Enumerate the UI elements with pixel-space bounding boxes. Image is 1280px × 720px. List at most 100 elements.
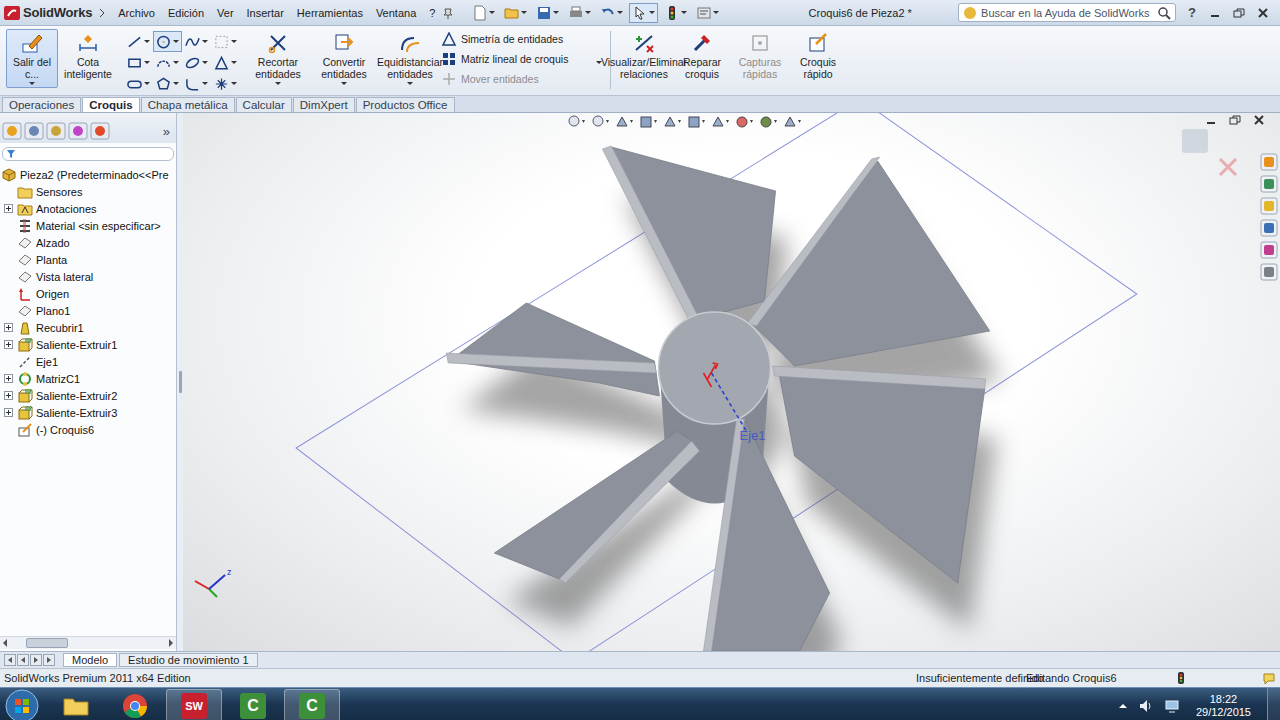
menu-item[interactable]: Herramientas [297, 7, 363, 19]
tooltip-icon[interactable] [1262, 671, 1276, 685]
select-icon[interactable] [629, 3, 658, 23]
tree-item[interactable]: Vista lateral [0, 268, 176, 285]
rectangle-tool[interactable] [124, 52, 153, 73]
dropdown-arrow-icon[interactable] [29, 82, 35, 85]
restore-icon[interactable] [1228, 113, 1242, 127]
panel-tab-icon[interactable] [46, 122, 66, 140]
snaps-button[interactable]: Capturas rápidas [733, 29, 787, 83]
open-icon[interactable] [501, 3, 530, 23]
taskbar-app[interactable] [107, 689, 163, 720]
dropdown-arrow-icon[interactable] [144, 40, 150, 43]
text-tool[interactable] [211, 52, 240, 73]
dropdown-arrow-icon[interactable] [275, 82, 281, 85]
dropdown-arrow-icon[interactable] [231, 40, 237, 43]
repair-button[interactable]: Reparar croquis [675, 29, 729, 83]
expand-icon[interactable] [4, 391, 13, 400]
exit-sketch-button[interactable]: Salir del c... [6, 29, 58, 88]
task-pane-icon[interactable] [1260, 197, 1278, 215]
taskbar-app[interactable]: SW [166, 689, 222, 720]
circle-tool[interactable] [153, 31, 182, 52]
show-desktop-button[interactable] [1267, 688, 1280, 720]
tree-item[interactable]: Anotaciones [0, 200, 176, 217]
restore-icon[interactable] [1232, 6, 1246, 20]
taskbar-app[interactable] [48, 689, 104, 720]
volume-icon[interactable] [1138, 698, 1154, 714]
dropdown-arrow-icon[interactable] [617, 11, 623, 14]
menu-expand-icon[interactable] [98, 8, 106, 18]
dropdown-arrow-icon[interactable] [341, 82, 347, 85]
fan-blade[interactable] [748, 157, 990, 366]
menu-item[interactable]: Ver [217, 7, 234, 19]
panel-tab-icon[interactable] [90, 122, 110, 140]
search-icon[interactable] [1157, 6, 1171, 20]
dropdown-arrow-icon[interactable] [202, 61, 208, 64]
task-pane-icon[interactable] [1260, 175, 1278, 193]
dropdown-arrow-icon[interactable] [489, 11, 495, 14]
ellipse-tool[interactable] [182, 52, 211, 73]
tree-item[interactable]: (-) Croquis6 [0, 421, 176, 438]
help-button[interactable]: ? [1182, 5, 1202, 20]
tree-item[interactable]: Sensores [0, 183, 176, 200]
pattern-button[interactable]: Matriz lineal de croquis [442, 52, 592, 66]
fan-model[interactable]: Eje1z [183, 113, 1280, 651]
clock[interactable]: 18:2229/12/2015 [1190, 693, 1257, 719]
command-tab[interactable]: Operaciones [2, 97, 81, 112]
menu-item[interactable]: Ventana [376, 7, 416, 19]
tree-item[interactable]: Alzado [0, 234, 176, 251]
rebuild-status-icon[interactable] [1176, 671, 1186, 685]
smart-dimension-button[interactable]: Cota inteligente [62, 29, 114, 83]
section-view-icon[interactable] [639, 114, 661, 130]
view-settings-icon[interactable] [783, 114, 805, 130]
fan-blade[interactable] [494, 431, 699, 583]
model-tab[interactable]: Modelo [63, 653, 117, 667]
dropdown-arrow-icon[interactable] [649, 11, 655, 14]
dropdown-arrow-icon[interactable] [173, 40, 179, 43]
command-tab[interactable]: Chapa metálica [141, 97, 235, 112]
menu-item[interactable]: Archivo [118, 7, 155, 19]
panel-tab-icon[interactable] [68, 122, 88, 140]
fan-blade[interactable] [602, 146, 775, 321]
tree-item[interactable]: Saliente-Extruir3 [0, 404, 176, 421]
save-icon[interactable] [533, 3, 562, 23]
display-style-icon[interactable] [687, 114, 709, 130]
grid-tool[interactable] [211, 31, 240, 52]
offset-button[interactable]: Equidistanciar entidades [382, 29, 438, 88]
rapid-button[interactable]: Croquis rápido [791, 29, 845, 83]
tree-item[interactable]: Eje1 [0, 353, 176, 370]
rebuild-icon[interactable] [661, 3, 690, 23]
tree-item[interactable]: Saliente-Extruir1 [0, 336, 176, 353]
sketch-plane[interactable] [296, 113, 1137, 651]
zoom-area-icon[interactable] [591, 114, 613, 130]
dropdown-arrow-icon[interactable] [144, 82, 150, 85]
minimize-icon[interactable] [1204, 113, 1218, 127]
panel-tab-icon[interactable] [2, 122, 22, 140]
task-pane-icon[interactable] [1260, 219, 1278, 237]
horizontal-scrollbar[interactable] [0, 636, 176, 649]
trim-button[interactable]: Recortar entidades [250, 29, 306, 88]
move-button[interactable]: Mover entidades [442, 72, 592, 86]
tree-item[interactable]: Saliente-Extruir2 [0, 387, 176, 404]
tab-nav-arrow-icon[interactable] [30, 654, 42, 666]
dropdown-arrow-icon[interactable] [553, 11, 559, 14]
hide-show-icon[interactable] [711, 114, 733, 130]
dropdown-arrow-icon[interactable] [407, 82, 413, 85]
tree-item[interactable]: Origen [0, 285, 176, 302]
previous-view-icon[interactable] [615, 114, 637, 130]
dropdown-arrow-icon[interactable] [173, 61, 179, 64]
task-pane-icon[interactable] [1260, 263, 1278, 281]
tree-item[interactable]: Planta [0, 251, 176, 268]
expand-icon[interactable] [4, 204, 13, 213]
dropdown-arrow-icon[interactable] [585, 11, 591, 14]
dropdown-arrow-icon[interactable] [231, 61, 237, 64]
close-icon[interactable] [1252, 113, 1266, 127]
new-icon[interactable] [469, 3, 498, 23]
taskbar-app[interactable]: C [284, 689, 340, 720]
tab-nav-arrow-icon[interactable] [17, 654, 29, 666]
tree-root[interactable]: Pieza2 (Predeterminado<<Pre [0, 166, 176, 183]
dropdown-arrow-icon[interactable] [681, 11, 687, 14]
taskbar-app[interactable]: C [225, 689, 281, 720]
splitter-grip[interactable] [179, 371, 182, 393]
fillet-tool[interactable] [182, 73, 211, 94]
more-tabs-button[interactable]: » [163, 124, 174, 139]
point-tool[interactable] [211, 73, 240, 94]
